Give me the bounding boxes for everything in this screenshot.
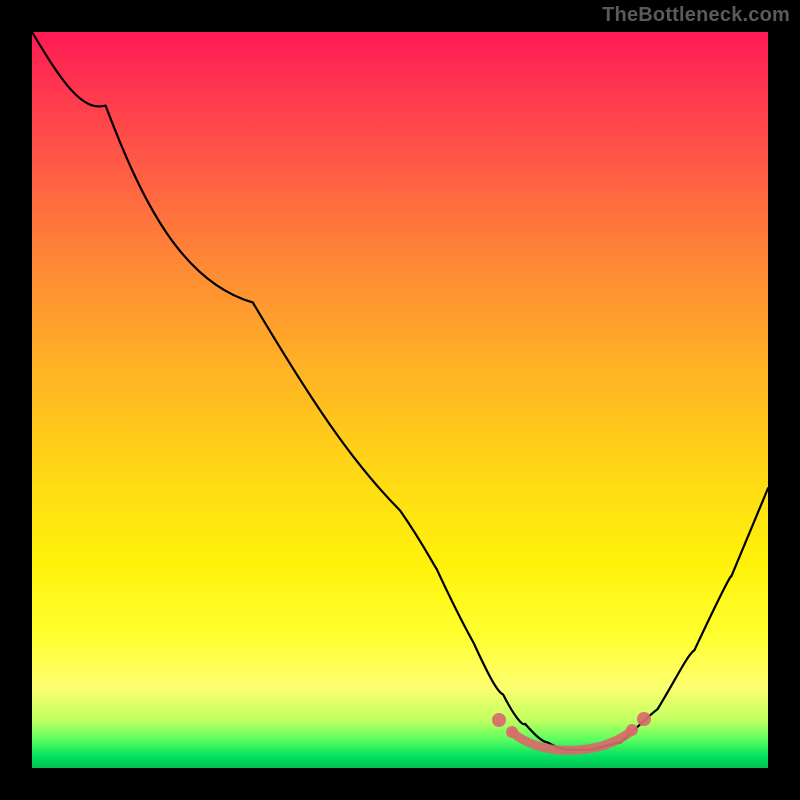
optimal-region-dot-left-inner bbox=[506, 726, 518, 738]
optimal-region-dot-left bbox=[492, 713, 506, 727]
curve-svg bbox=[32, 32, 768, 768]
optimal-region-dot-right bbox=[637, 712, 651, 726]
optimal-region-dot-right-inner bbox=[626, 724, 638, 736]
plot-area bbox=[32, 32, 768, 768]
bottleneck-curve-line bbox=[32, 32, 768, 750]
watermark-text: TheBottleneck.com bbox=[602, 4, 790, 27]
optimal-region-highlight bbox=[513, 732, 630, 750]
chart-container: TheBottleneck.com bbox=[0, 0, 800, 800]
